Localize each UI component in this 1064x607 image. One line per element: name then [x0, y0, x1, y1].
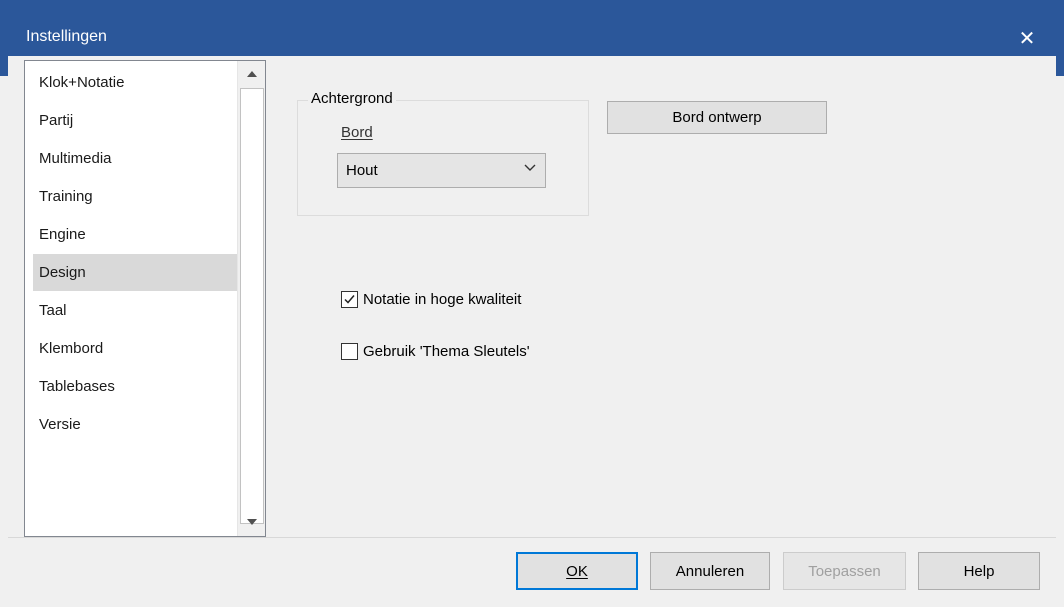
close-button[interactable]: ✕ — [1009, 22, 1045, 54]
apply-button-label: Toepassen — [808, 562, 881, 580]
board-label: Bord — [341, 124, 373, 141]
triangle-down-icon — [246, 519, 257, 525]
board-design-button-label: Bord ontwerp — [672, 109, 762, 126]
triangle-up-icon — [246, 71, 257, 77]
high-quality-notation-option[interactable]: Notatie in hoge kwaliteit — [341, 291, 521, 308]
list-scrollbar[interactable] — [237, 61, 265, 536]
chevron-down-icon — [524, 164, 536, 171]
sidebar-item-taal[interactable]: Taal — [33, 292, 239, 329]
help-button-label: Help — [963, 562, 995, 580]
sidebar-item-versie[interactable]: Versie — [33, 406, 239, 443]
high-quality-notation-checkbox[interactable] — [341, 291, 358, 308]
apply-button: Toepassen — [783, 552, 906, 590]
scroll-down-button[interactable] — [238, 510, 265, 534]
sidebar-item-design[interactable]: Design — [33, 254, 239, 291]
high-quality-notation-label: Notatie in hoge kwaliteit — [363, 291, 522, 308]
board-select-value: Hout — [346, 162, 378, 179]
sidebar-item-partij[interactable]: Partij — [33, 102, 239, 139]
scrollbar-thumb[interactable] — [240, 88, 264, 524]
category-list[interactable]: Klok+Notatie Partij Multimedia Training … — [24, 60, 266, 537]
checkmark-icon — [344, 295, 355, 304]
board-select[interactable]: Hout — [337, 153, 546, 188]
board-design-button[interactable]: Bord ontwerp — [607, 101, 827, 134]
theme-keys-checkbox[interactable] — [341, 343, 358, 360]
scroll-up-button[interactable] — [238, 62, 265, 86]
close-icon: ✕ — [1018, 27, 1036, 50]
ok-button-label: OK — [566, 562, 588, 580]
sidebar-item-tablebases[interactable]: Tablebases — [33, 368, 239, 405]
cancel-button[interactable]: Annuleren — [650, 552, 770, 590]
help-button[interactable]: Help — [918, 552, 1040, 590]
sidebar-item-engine[interactable]: Engine — [33, 216, 239, 253]
footer-separator — [8, 537, 1056, 538]
sidebar-item-training[interactable]: Training — [33, 178, 239, 215]
background-group-legend: Achtergrond — [308, 90, 396, 107]
cancel-button-label: Annuleren — [675, 562, 745, 580]
sidebar-item-klembord[interactable]: Klembord — [33, 330, 239, 367]
theme-keys-option[interactable]: Gebruik 'Thema Sleutels' — [341, 343, 530, 360]
theme-keys-label: Gebruik 'Thema Sleutels' — [363, 343, 530, 360]
sidebar-item-multimedia[interactable]: Multimedia — [33, 140, 239, 177]
window-title: Instellingen — [26, 28, 107, 45]
board-label-text: Bord — [341, 124, 373, 141]
sidebar-item-klok-notatie[interactable]: Klok+Notatie — [33, 64, 239, 101]
ok-button[interactable]: OK — [516, 552, 638, 590]
